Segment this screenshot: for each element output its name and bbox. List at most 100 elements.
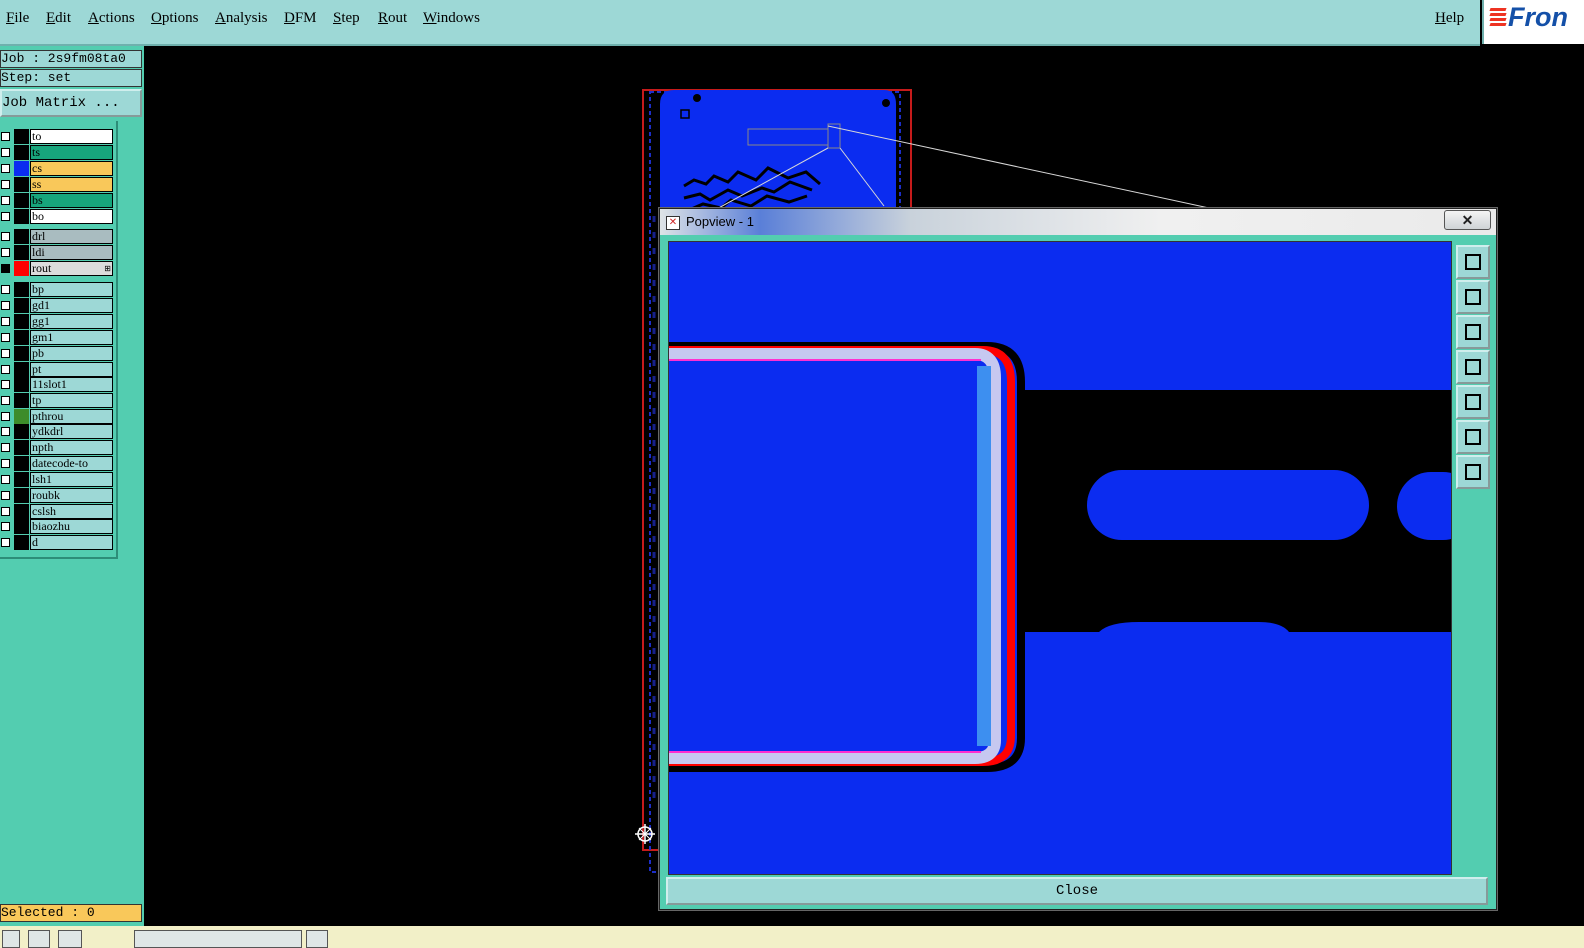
layer-name[interactable]: bp bbox=[30, 282, 113, 297]
layer-name[interactable]: cs bbox=[30, 161, 113, 176]
menu-rout[interactable]: Rout bbox=[378, 10, 407, 27]
zoom-in-button[interactable] bbox=[1456, 455, 1490, 489]
layer-name[interactable]: pthrou bbox=[30, 409, 113, 424]
layer-name[interactable]: cslsh bbox=[30, 504, 113, 519]
layer-row-pthrou[interactable]: pthrou bbox=[0, 409, 116, 424]
layer-checkbox[interactable] bbox=[1, 180, 10, 189]
layer-checkbox[interactable] bbox=[1, 491, 10, 500]
popview-canvas[interactable] bbox=[668, 241, 1477, 875]
menu-help[interactable]: Help bbox=[1435, 10, 1464, 27]
layer-name[interactable]: drl bbox=[30, 229, 113, 244]
layer-name[interactable]: gd1 bbox=[30, 298, 113, 313]
menu-analysis[interactable]: Analysis bbox=[215, 10, 268, 27]
close-button[interactable]: Close bbox=[666, 877, 1488, 905]
layer-row-biaozhu[interactable]: biaozhu bbox=[0, 519, 116, 534]
layer-name[interactable]: gg1 bbox=[30, 314, 113, 329]
layer-row-datecode-to[interactable]: datecode-to bbox=[0, 456, 116, 471]
layer-row-to[interactable]: to bbox=[0, 129, 116, 144]
layer-checkbox[interactable] bbox=[1, 443, 10, 452]
layer-checkbox[interactable] bbox=[1, 507, 10, 516]
layer-checkbox[interactable] bbox=[1, 538, 10, 547]
layer-name[interactable]: tp bbox=[30, 393, 113, 408]
layer-name[interactable]: rout ⊞ bbox=[30, 261, 113, 276]
layer-checkbox[interactable] bbox=[1, 365, 10, 374]
layer-row-lsh1[interactable]: lsh1 bbox=[0, 472, 116, 487]
layer-row-gg1[interactable]: gg1 bbox=[0, 314, 116, 329]
layer-row-drl[interactable]: drl bbox=[0, 229, 116, 244]
zoom-out-button[interactable] bbox=[1456, 420, 1490, 454]
layer-checkbox[interactable] bbox=[1, 396, 10, 405]
layer-checkbox[interactable] bbox=[1, 148, 10, 157]
pan-up-button[interactable] bbox=[1456, 280, 1490, 314]
layer-checkbox[interactable] bbox=[1, 232, 10, 241]
menu-dfm[interactable]: DFM bbox=[284, 10, 317, 27]
layer-row-roubk[interactable]: roubk bbox=[0, 488, 116, 503]
layer-checkbox[interactable] bbox=[1, 285, 10, 294]
layer-checkbox[interactable] bbox=[1, 132, 10, 141]
layer-checkbox[interactable] bbox=[1, 412, 10, 421]
layer-name[interactable]: biaozhu bbox=[30, 519, 113, 534]
layer-name[interactable]: d bbox=[30, 535, 113, 550]
menu-actions[interactable]: Actions bbox=[88, 10, 135, 27]
layer-row-bp[interactable]: bp bbox=[0, 282, 116, 297]
layer-name[interactable]: datecode-to bbox=[30, 456, 113, 471]
layer-row-gd1[interactable]: gd1 bbox=[0, 298, 116, 313]
layer-checkbox[interactable] bbox=[1, 164, 10, 173]
layer-row-cslsh[interactable]: cslsh bbox=[0, 504, 116, 519]
layer-name[interactable]: to bbox=[30, 129, 113, 144]
layer-name[interactable]: pb bbox=[30, 346, 113, 361]
layer-name[interactable]: 11slot1 bbox=[30, 377, 113, 392]
layer-name[interactable]: bo bbox=[30, 209, 113, 224]
pan-down-button[interactable] bbox=[1456, 315, 1490, 349]
popview-titlebar[interactable]: ✕ Popview - 1 ✕ bbox=[660, 209, 1496, 235]
layer-name[interactable]: gm1 bbox=[30, 330, 113, 345]
layer-checkbox[interactable] bbox=[1, 349, 10, 358]
layer-checkbox[interactable] bbox=[1, 196, 10, 205]
layer-name[interactable]: ss bbox=[30, 177, 113, 192]
layer-name[interactable]: ydkdrl bbox=[30, 424, 113, 439]
menu-file[interactable]: File bbox=[6, 10, 29, 27]
layer-name[interactable]: ldi bbox=[30, 245, 113, 260]
layer-checkbox[interactable] bbox=[1, 264, 10, 273]
layer-row-bo[interactable]: bo bbox=[0, 209, 116, 224]
pan-right-button[interactable] bbox=[1456, 385, 1490, 419]
popview-close-x-button[interactable]: ✕ bbox=[1444, 210, 1491, 230]
layer-checkbox[interactable] bbox=[1, 301, 10, 310]
tool-button[interactable] bbox=[58, 930, 82, 948]
tool-button[interactable] bbox=[306, 930, 328, 948]
layer-row-d[interactable]: d bbox=[0, 535, 116, 550]
layer-row-rout[interactable]: rout ⊞ bbox=[0, 261, 116, 276]
layer-checkbox[interactable] bbox=[1, 522, 10, 531]
layer-row-gm1[interactable]: gm1 bbox=[0, 330, 116, 345]
layer-row-ydkdrl[interactable]: ydkdrl bbox=[0, 424, 116, 439]
menu-step[interactable]: Step bbox=[333, 10, 360, 27]
layer-checkbox[interactable] bbox=[1, 212, 10, 221]
layer-row-11slot1[interactable]: 11slot1 bbox=[0, 377, 116, 392]
layer-checkbox[interactable] bbox=[1, 475, 10, 484]
layer-row-ts[interactable]: ts bbox=[0, 145, 116, 160]
layer-name[interactable]: lsh1 bbox=[30, 472, 113, 487]
layer-checkbox[interactable] bbox=[1, 248, 10, 257]
layer-row-cs[interactable]: cs bbox=[0, 161, 116, 176]
layer-name[interactable]: roubk bbox=[30, 488, 113, 503]
layer-row-pb[interactable]: pb bbox=[0, 346, 116, 361]
layer-name[interactable]: pt bbox=[30, 362, 113, 377]
layer-checkbox[interactable] bbox=[1, 380, 10, 389]
job-matrix-button[interactable]: Job Matrix ... bbox=[0, 89, 142, 117]
menu-windows[interactable]: Windows bbox=[423, 10, 480, 27]
layer-checkbox[interactable] bbox=[1, 427, 10, 436]
tool-button[interactable] bbox=[28, 930, 50, 948]
tool-button[interactable] bbox=[2, 930, 20, 948]
menu-edit[interactable]: Edit bbox=[46, 10, 71, 27]
zoom-window-button[interactable] bbox=[1456, 245, 1490, 279]
pan-left-button[interactable] bbox=[1456, 350, 1490, 384]
layer-checkbox[interactable] bbox=[1, 317, 10, 326]
menu-options[interactable]: Options bbox=[151, 10, 199, 27]
layer-row-pt[interactable]: pt bbox=[0, 362, 116, 377]
layer-name[interactable]: npth bbox=[30, 440, 113, 455]
layer-row-ldi[interactable]: ldi bbox=[0, 245, 116, 260]
layer-row-bs[interactable]: bs bbox=[0, 193, 116, 208]
layer-checkbox[interactable] bbox=[1, 459, 10, 468]
command-field[interactable] bbox=[134, 930, 302, 948]
layer-row-ss[interactable]: ss bbox=[0, 177, 116, 192]
